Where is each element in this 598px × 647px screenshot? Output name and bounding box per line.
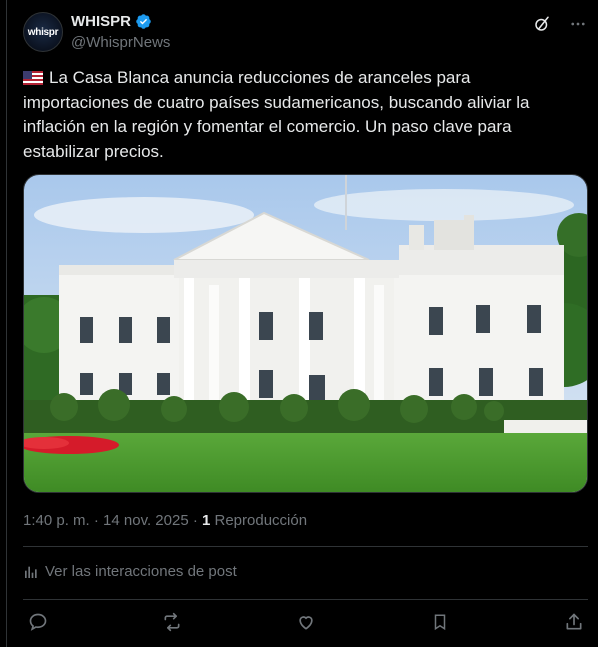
white-house-photo (24, 175, 587, 492)
author-name-row[interactable]: WHISPR (71, 13, 152, 30)
avatar[interactable]: whispr (23, 12, 63, 52)
header-actions (532, 14, 588, 34)
like-icon[interactable] (294, 610, 318, 634)
grok-icon[interactable] (532, 14, 552, 34)
post-text-body: La Casa Blanca anuncia reducciones de ar… (23, 68, 530, 161)
post-image[interactable] (23, 174, 588, 493)
verified-badge-icon (136, 14, 151, 29)
avatar-logo: whispr (27, 26, 59, 38)
author-display-name[interactable]: WHISPR (71, 13, 131, 30)
divider-bottom (23, 599, 588, 600)
repost-icon[interactable] (160, 610, 184, 634)
divider-top (23, 546, 588, 547)
view-interactions-link[interactable]: Ver las interacciones de post (23, 563, 237, 580)
post-timestamp[interactable]: 1:40 p. m. · 14 nov. 2025 · (23, 512, 202, 529)
author-handle[interactable]: @WhisprNews (71, 34, 170, 51)
share-icon[interactable] (562, 610, 586, 634)
post-text: La Casa Blanca anuncia reducciones de ar… (23, 66, 578, 164)
views-label: Reproducción (210, 512, 308, 529)
action-bar (23, 610, 588, 636)
us-flag-icon (23, 71, 43, 85)
more-icon[interactable] (568, 14, 588, 34)
analytics-icon (25, 566, 37, 578)
reply-icon[interactable] (26, 610, 50, 634)
post-header: whispr WHISPR @WhisprNews (23, 12, 588, 54)
author-block: WHISPR @WhisprNews (71, 13, 170, 51)
column-border (6, 0, 7, 647)
bookmark-icon[interactable] (428, 610, 452, 634)
post-meta: 1:40 p. m. · 14 nov. 2025 · 1 Reproducci… (23, 512, 307, 529)
view-interactions-label: Ver las interacciones de post (45, 563, 237, 580)
